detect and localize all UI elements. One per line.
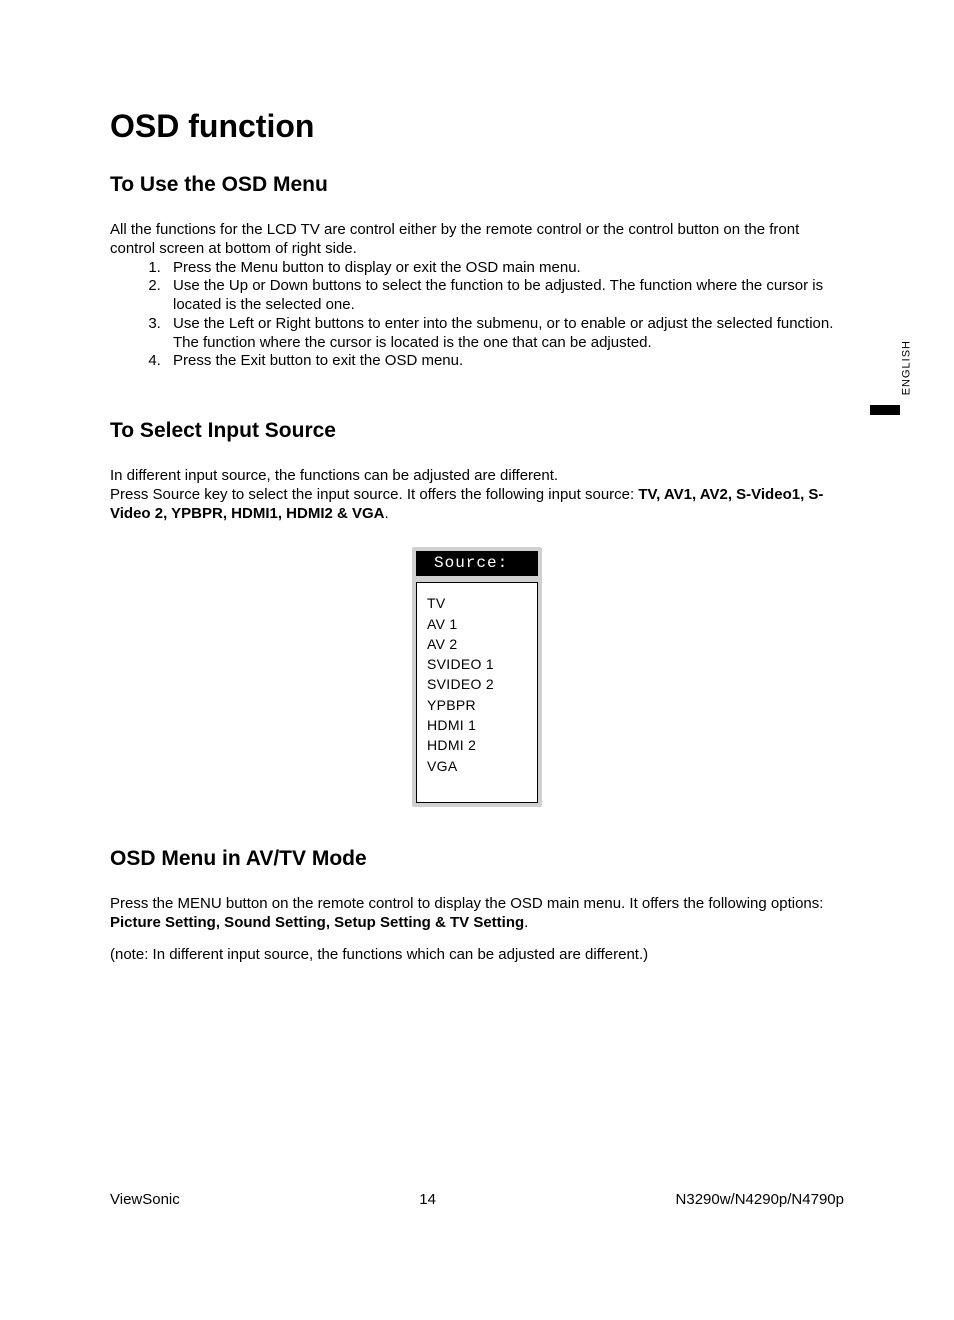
select-input-p2: Press Source key to select the input sou… — [110, 486, 844, 524]
list-item: HDMI 2 — [427, 735, 537, 755]
page-footer: ViewSonic 14 N3290w/N4290p/N4790p — [110, 1191, 844, 1208]
text: Press the MENU button on the remote cont… — [110, 895, 823, 912]
heading-select-input: To Select Input Source — [110, 419, 844, 443]
language-tab-marker — [870, 405, 900, 415]
list-item: HDMI 1 — [427, 715, 537, 735]
avtv-p1: Press the MENU button on the remote cont… — [110, 895, 844, 933]
list-item: VGA — [427, 756, 537, 776]
list-item: AV 1 — [427, 614, 537, 634]
list-item: Press the Menu button to display or exit… — [165, 259, 844, 278]
language-tab: ENGLISH — [900, 340, 912, 395]
list-item: YPBPR — [427, 695, 537, 715]
footer-page-number: 14 — [419, 1191, 436, 1208]
list-item: TV — [427, 593, 537, 613]
list-item: Use the Left or Right buttons to enter i… — [165, 315, 844, 353]
use-osd-intro: All the functions for the LCD TV are con… — [110, 221, 844, 259]
avtv-note: (note: In different input source, the fu… — [110, 946, 844, 965]
source-menu-box: Source: TV AV 1 AV 2 SVIDEO 1 SVIDEO 2 Y… — [412, 547, 542, 807]
list-item: SVIDEO 1 — [427, 654, 537, 674]
source-menu-header: Source: — [416, 551, 538, 576]
list-item: Press the Exit button to exit the OSD me… — [165, 352, 844, 371]
section-select-input: To Select Input Source In different inpu… — [110, 419, 844, 807]
footer-brand: ViewSonic — [110, 1191, 180, 1208]
list-item: SVIDEO 2 — [427, 674, 537, 694]
bold-text: Picture Setting, Sound Setting, Setup Se… — [110, 914, 524, 931]
heading-use-osd-menu: To Use the OSD Menu — [110, 173, 844, 197]
section-use-osd-menu: To Use the OSD Menu All the functions fo… — [110, 173, 844, 371]
page-title: OSD function — [110, 108, 844, 145]
source-menu-list: TV AV 1 AV 2 SVIDEO 1 SVIDEO 2 YPBPR HDM… — [416, 582, 538, 803]
use-osd-steps: Press the Menu button to display or exit… — [110, 259, 844, 372]
section-avtv-mode: OSD Menu in AV/TV Mode Press the MENU bu… — [110, 847, 844, 965]
text: . — [524, 914, 528, 931]
list-item: AV 2 — [427, 634, 537, 654]
list-item: Use the Up or Down buttons to select the… — [165, 277, 844, 315]
text: Press Source key to select the input sou… — [110, 486, 638, 503]
heading-avtv-mode: OSD Menu in AV/TV Mode — [110, 847, 844, 871]
footer-model: N3290w/N4290p/N4790p — [676, 1191, 844, 1208]
text: . — [385, 505, 389, 522]
select-input-p1: In different input source, the functions… — [110, 467, 844, 486]
